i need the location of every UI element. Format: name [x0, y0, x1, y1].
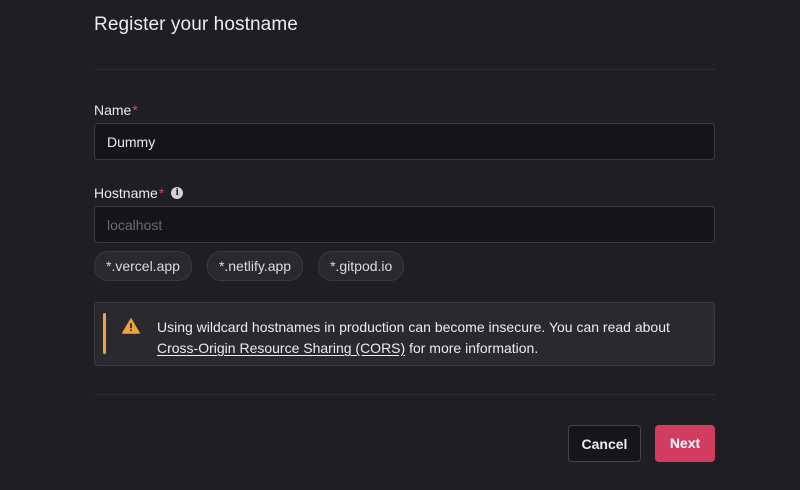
wildcard-warning-alert: Using wildcard hostnames in production c… — [94, 302, 715, 366]
footer-divider — [94, 394, 715, 395]
dialog-title: Register your hostname — [94, 14, 298, 35]
hostname-input-placeholder: localhost — [107, 217, 163, 233]
hostname-label: Hostname * i — [94, 185, 184, 201]
name-label-text: Name — [94, 102, 132, 118]
alert-accent-bar — [103, 313, 106, 354]
register-hostname-dialog: Register your hostname Name * Dummy Hostn… — [0, 0, 800, 490]
cors-link[interactable]: Cross-Origin Resource Sharing (CORS) — [157, 340, 405, 356]
required-mark: * — [158, 185, 165, 201]
next-button[interactable]: Next — [655, 425, 715, 462]
name-input[interactable]: Dummy — [94, 123, 715, 160]
info-icon[interactable]: i — [171, 187, 184, 199]
hostname-input[interactable]: localhost — [94, 206, 715, 243]
hostname-label-text: Hostname — [94, 185, 158, 201]
cancel-button[interactable]: Cancel — [568, 425, 641, 462]
suggestion-chip-vercel[interactable]: *.vercel.app — [94, 251, 192, 281]
header-divider — [94, 69, 715, 70]
alert-text-before: Using wildcard hostnames in production c… — [157, 319, 670, 335]
suggestion-chip-netlify[interactable]: *.netlify.app — [206, 251, 304, 281]
required-mark: * — [132, 102, 138, 118]
warning-triangle-icon — [122, 318, 140, 334]
alert-message: Using wildcard hostnames in production c… — [157, 317, 707, 359]
alert-text-after: for more information. — [405, 340, 539, 356]
hostname-suggestions: *.vercel.app *.netlify.app *.gitpod.io — [94, 251, 405, 281]
name-input-value: Dummy — [107, 134, 156, 150]
name-label: Name * — [94, 102, 138, 118]
suggestion-chip-gitpod[interactable]: *.gitpod.io — [318, 251, 405, 281]
